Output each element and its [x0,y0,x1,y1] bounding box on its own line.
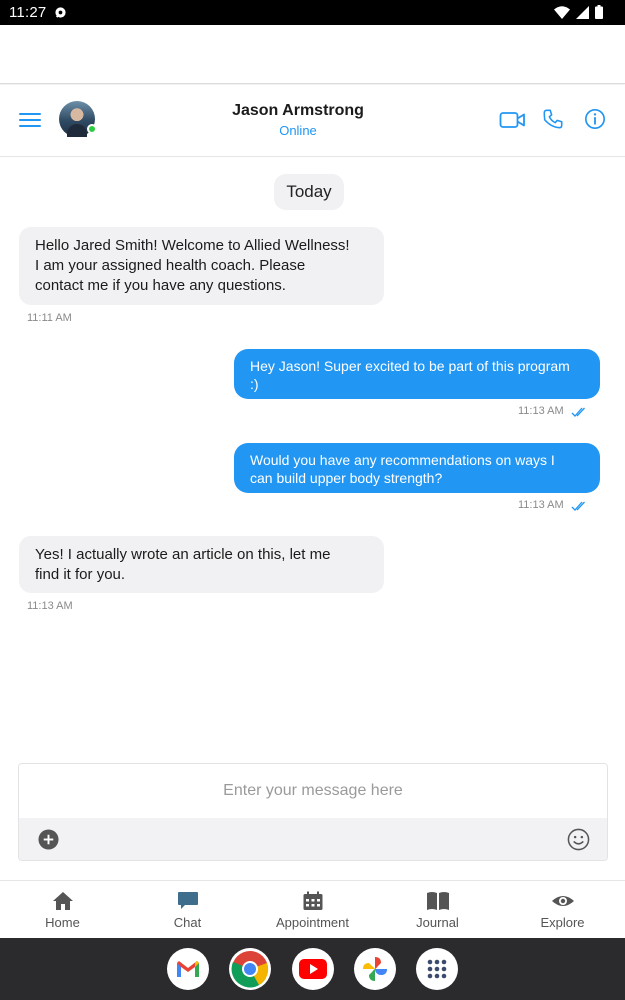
gmail-icon[interactable] [167,948,209,990]
nav-label: Appointment [276,915,349,930]
chat-header: Jason Armstrong Online [0,85,625,157]
video-call-icon[interactable] [499,110,526,130]
date-separator: Today [274,174,344,210]
chrome-icon[interactable] [229,948,271,990]
composer-toolbar [19,818,607,860]
home-icon [52,892,73,910]
message-timestamp: 11:13 AM [518,405,564,417]
phone-call-icon[interactable] [542,108,564,130]
message-text-line: find it for you. [35,566,126,583]
nav-item-explore[interactable]: Explore [500,881,625,939]
app-drawer-icon[interactable] [416,948,458,990]
message-input[interactable] [19,764,607,818]
cell-signal-icon [576,5,589,19]
eye-icon [551,896,574,906]
app-top-bar [0,25,625,84]
photos-icon[interactable] [354,948,396,990]
status-bar: 11:27 [0,0,625,25]
calendar-icon [303,891,322,910]
message-text-line: Hello Jared Smith! Welcome to Allied Wel… [35,237,350,254]
read-receipt-icon [571,501,585,511]
status-icons [554,5,603,19]
outgoing-message-bubble[interactable]: Would you have any recommendations on wa… [234,443,600,493]
notification-icon [55,7,66,18]
nav-item-home[interactable]: Home [0,881,125,939]
status-time: 11:27 [9,4,47,21]
message-text-line: I am your assigned health coach. Please [35,257,306,274]
add-attachment-icon[interactable] [38,829,59,850]
nav-label: Chat [173,915,202,930]
info-icon[interactable] [584,108,606,130]
message-text-line: Would you have any recommendations on wa… [250,452,555,468]
battery-icon [595,5,603,19]
chat-icon [177,892,198,909]
message-text-line: :) [250,376,259,392]
nav-label: Journal [416,915,459,930]
bottom-navigation: Home Chat Appointment Journal Explore [0,880,625,938]
chat-messages[interactable]: Today Hello Jared Smith! Welcome to Alli… [0,157,625,757]
wifi-icon [554,5,570,19]
message-text-line: Yes! I actually wrote an article on this… [35,546,331,563]
outgoing-message-bubble[interactable]: Hey Jason! Super excited to be part of t… [234,349,600,399]
message-timestamp: 11:13 AM [27,600,73,612]
emoji-icon[interactable] [567,828,590,851]
nav-label: Explore [540,915,585,930]
message-timestamp: 11:11 AM [27,312,72,324]
message-composer [18,763,608,861]
message-text-line: contact me if you have any questions. [35,277,286,294]
nav-item-appointment[interactable]: Appointment [250,881,375,939]
nav-label: Home [45,915,80,930]
message-text-line: Hey Jason! Super excited to be part of t… [250,358,570,374]
message-timestamp: 11:13 AM [518,499,564,511]
system-dock [0,938,625,1000]
read-receipt-icon [571,407,585,417]
book-icon [426,892,449,910]
nav-item-chat[interactable]: Chat [125,881,250,939]
incoming-message-bubble[interactable]: Hello Jared Smith! Welcome to Allied Wel… [19,227,384,305]
youtube-icon[interactable] [292,948,334,990]
message-text-line: can build upper body strength? [250,470,443,486]
incoming-message-bubble[interactable]: Yes! I actually wrote an article on this… [19,536,384,593]
nav-item-journal[interactable]: Journal [375,881,500,939]
